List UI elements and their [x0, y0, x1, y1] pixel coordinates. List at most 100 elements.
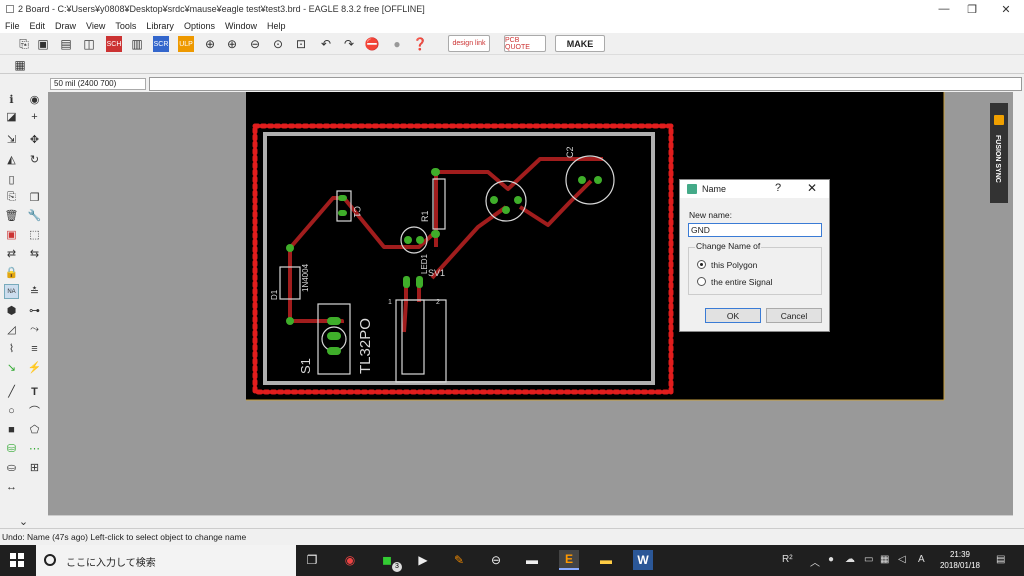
info-icon[interactable]: ℹ [4, 92, 19, 107]
open-icon[interactable]: ⎘ [16, 36, 32, 52]
board-canvas[interactable]: C1 C2 R1 LED1 SV1 D1 1N4004 S1 TL32PO 1 … [48, 92, 1013, 515]
stop-icon[interactable]: ⛔ [364, 36, 380, 52]
pinswap-icon[interactable]: ⇆ [27, 246, 42, 261]
tray-cloud-icon[interactable]: ☁ [845, 554, 855, 565]
notification-icon[interactable]: ▤ [996, 554, 1005, 565]
undo-icon[interactable]: ↶ [318, 36, 334, 52]
via-icon[interactable]: ⛁ [4, 441, 19, 456]
explorer-icon[interactable]: ▬ [596, 550, 616, 570]
menu-window[interactable]: Window [220, 21, 262, 31]
polygon-icon[interactable]: ⬠ [27, 422, 42, 437]
script-icon[interactable]: SCR [153, 36, 169, 52]
menu-draw[interactable]: Draw [50, 21, 81, 31]
chrome-icon[interactable]: ◉ [340, 550, 360, 570]
smash-icon[interactable]: ⬢ [4, 303, 19, 318]
paste-icon[interactable]: ▯ [4, 172, 19, 187]
route-icon[interactable]: ↘ [4, 360, 19, 375]
eagle-taskbar-icon[interactable]: E [559, 550, 579, 570]
tray-weather-icon[interactable]: ● [828, 554, 834, 565]
tray-ime-icon[interactable]: A [918, 554, 925, 565]
dimension-icon[interactable]: ↔ [4, 479, 19, 494]
save-icon[interactable]: ▣ [35, 36, 51, 52]
zoom-redraw-icon[interactable]: ⊙ [270, 36, 286, 52]
ulp-run-icon[interactable]: ULP [178, 36, 194, 52]
tray-network-icon[interactable]: ▦ [880, 554, 889, 565]
add-icon[interactable]: ▣ [4, 227, 19, 242]
menu-help[interactable]: Help [262, 21, 291, 31]
dialog-close-icon[interactable]: ✕ [807, 181, 817, 195]
radio-entire-signal-label[interactable]: the entire Signal [711, 277, 772, 287]
optimize-icon[interactable]: ⤳ [27, 322, 42, 337]
command-input[interactable] [149, 77, 1022, 91]
change-icon[interactable]: 🔧 [27, 208, 42, 223]
maximize-button[interactable]: ❐ [956, 0, 988, 18]
dialog-help-icon[interactable]: ? [775, 182, 781, 194]
design-link-button[interactable]: design link [448, 35, 490, 52]
menu-library[interactable]: Library [141, 21, 179, 31]
name-tool-icon[interactable]: NA [4, 284, 19, 299]
hole-icon[interactable]: ⛀ [4, 460, 19, 475]
redo-icon[interactable]: ↷ [341, 36, 357, 52]
cancel-button[interactable]: Cancel [766, 308, 822, 323]
show-icon[interactable]: ◉ [27, 92, 42, 107]
meander-icon[interactable]: ⌇ [4, 341, 19, 356]
move-cross-icon[interactable]: ✥ [27, 132, 42, 147]
zoom-fit-icon[interactable]: ⊕ [202, 36, 218, 52]
vertical-scrollbar[interactable] [1013, 92, 1024, 515]
miter-icon[interactable]: ◿ [4, 322, 19, 337]
close-button[interactable]: ✕ [990, 0, 1022, 18]
split-icon[interactable]: ⊶ [27, 303, 42, 318]
circle-icon[interactable]: ○ [4, 403, 19, 418]
zoom-select-icon[interactable]: ⊡ [293, 36, 309, 52]
tray-people-icon[interactable]: R² [782, 554, 793, 565]
menu-file[interactable]: File [0, 21, 25, 31]
value-tool-icon[interactable]: ≛ [27, 284, 42, 299]
menu-edit[interactable]: Edit [25, 21, 51, 31]
app-icon-3[interactable]: ⊖ [486, 550, 506, 570]
tray-volume-icon[interactable]: ◁ [898, 554, 906, 565]
radio-this-polygon-label[interactable]: this Polygon [711, 260, 757, 270]
mirror-icon[interactable]: ◭ [4, 152, 19, 167]
group-icon[interactable]: ❐ [27, 190, 42, 205]
radio-entire-signal[interactable] [697, 277, 706, 286]
taskbar-search[interactable]: ここに入力して検索 [36, 545, 296, 576]
app-icon-1[interactable]: ▶ [413, 550, 433, 570]
menu-options[interactable]: Options [179, 21, 220, 31]
pcb-quote-button[interactable]: PCB QUOTE [504, 35, 546, 52]
chevron-down-icon[interactable]: ⌄ [16, 514, 31, 529]
signal-icon[interactable]: ⋯ [27, 441, 42, 456]
rotate-icon[interactable]: ↻ [27, 152, 42, 167]
windows-start-icon[interactable] [10, 553, 24, 567]
lock-icon[interactable]: 🔒 [4, 265, 19, 280]
schematic-icon[interactable]: SCH [106, 36, 122, 52]
mark-icon[interactable]: + [27, 109, 42, 124]
delete-icon[interactable]: 🗑 [4, 208, 19, 223]
display-icon[interactable]: ◪ [4, 109, 19, 124]
app-icon-4[interactable]: ▬ [522, 550, 542, 570]
print-icon[interactable]: ▤ [58, 36, 74, 52]
task-view-icon[interactable]: ❐ [302, 550, 322, 570]
ulp-icon[interactable]: ▥ [129, 36, 145, 52]
rect-icon[interactable]: ■ [4, 422, 19, 437]
text-icon[interactable]: T [27, 384, 42, 399]
zoom-out-icon[interactable]: ⊖ [247, 36, 263, 52]
tray-battery-icon[interactable]: ▭ [864, 554, 873, 565]
arc-icon[interactable]: ⌒ [27, 403, 42, 418]
help-icon[interactable]: ❓ [412, 36, 428, 52]
radio-this-polygon[interactable] [697, 260, 706, 269]
horizontal-scrollbar[interactable] [48, 515, 1013, 527]
fusion-sync-panel[interactable]: FUSION SYNC [990, 103, 1008, 203]
new-name-input[interactable]: GND [688, 223, 822, 237]
word-icon[interactable]: W [633, 550, 653, 570]
zoom-in-icon[interactable]: ⊕ [224, 36, 240, 52]
tray-chevron-icon[interactable]: ︿ [810, 554, 820, 569]
wire-icon[interactable]: ╱ [4, 384, 19, 399]
ripup-icon[interactable]: ⚡ [27, 360, 42, 375]
copy-icon[interactable]: ⎘ [4, 190, 19, 205]
taskbar-clock[interactable]: 21:39 2018/01/18 [932, 549, 988, 571]
swap-icon[interactable]: ⇄ [4, 246, 19, 261]
menu-tools[interactable]: Tools [110, 21, 141, 31]
cam-processor-icon[interactable]: ◫ [81, 36, 97, 52]
grid-icon[interactable]: ▦ [12, 57, 28, 73]
menu-view[interactable]: View [81, 21, 110, 31]
